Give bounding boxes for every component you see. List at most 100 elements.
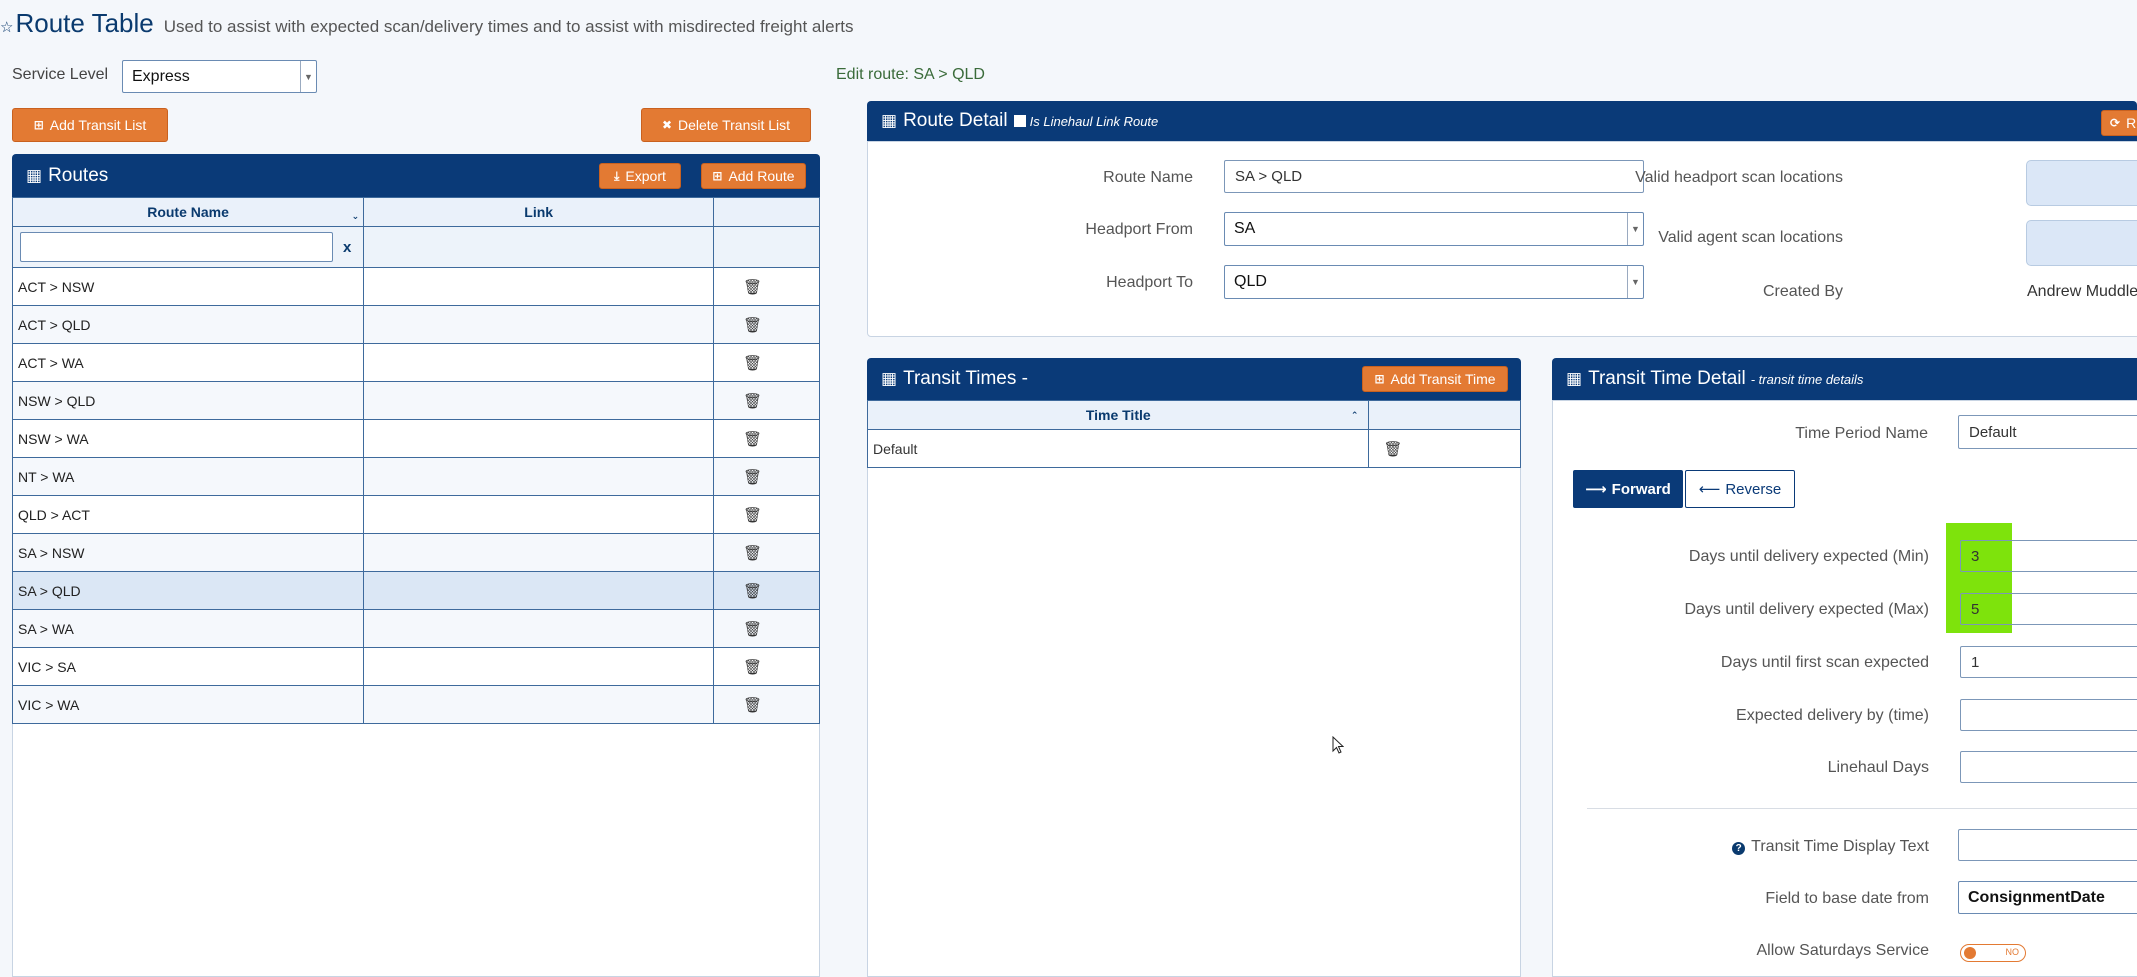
trash-icon[interactable]: 🗑 — [743, 278, 762, 296]
link-cell — [364, 496, 715, 533]
delete-cell: 🗑 — [714, 686, 819, 723]
linehaul-days-input[interactable] — [1960, 751, 2137, 783]
link-cell — [364, 534, 715, 571]
route-detail-header: ▦ Route Detail Is Linehaul Link Route — [867, 101, 2137, 141]
sort-icon: ⌄ — [351, 211, 360, 221]
section-divider — [1587, 808, 2137, 809]
link-cell — [364, 648, 715, 685]
clear-filter-button[interactable]: x — [343, 239, 351, 256]
link-cell — [364, 344, 715, 381]
route-name-cell: ACT > WA — [13, 344, 365, 381]
add-route-button[interactable]: ⊞ Add Route — [701, 163, 806, 189]
page-title: Route Table — [15, 8, 154, 38]
trash-icon[interactable]: 🗑 — [1383, 440, 1402, 458]
display-text-label: ? Transit Time Display Text — [1732, 838, 1929, 856]
expected-delivery-input[interactable] — [1960, 699, 2137, 731]
display-text-label-text: Transit Time Display Text — [1751, 838, 1929, 855]
base-date-label: Field to base date from — [1765, 890, 1929, 907]
delete-cell: 🗑 — [714, 382, 819, 419]
refresh-button[interactable]: ⟳ R — [2101, 110, 2137, 136]
export-button[interactable]: ⤓ Export — [599, 163, 681, 189]
table-row[interactable]: SA > WA 🗑 — [12, 610, 820, 648]
service-level-select[interactable]: Express ▼ — [122, 60, 317, 93]
table-row[interactable]: ACT > NSW 🗑 — [12, 268, 820, 306]
trash-icon[interactable]: 🗑 — [743, 620, 762, 638]
valid-agent-field[interactable] — [2026, 220, 2137, 266]
linehaul-checkbox[interactable] — [1013, 115, 1026, 127]
routes-panel-title: Routes — [48, 164, 109, 186]
table-row[interactable]: SA > NSW 🗑 — [12, 534, 820, 572]
min-days-input[interactable]: 3 — [1960, 540, 2137, 572]
time-period-input[interactable]: Default — [1958, 415, 2137, 449]
linehaul-days-label: Linehaul Days — [1827, 759, 1929, 776]
route-name-input[interactable]: SA > QLD — [1224, 160, 1644, 193]
trash-icon[interactable]: 🗑 — [743, 392, 762, 410]
table-row[interactable]: QLD > ACT 🗑 — [12, 496, 820, 534]
delete-cell: 🗑 — [714, 458, 819, 495]
table-row[interactable]: NT > WA 🗑 — [12, 458, 820, 496]
display-text-input[interactable] — [1958, 829, 2137, 861]
trash-icon[interactable]: 🗑 — [743, 506, 762, 524]
tab-reverse[interactable]: ⟵ Reverse — [1685, 470, 1795, 508]
time-period-label: Time Period Name — [1795, 425, 1928, 442]
table-row[interactable]: VIC > WA 🗑 — [12, 686, 820, 724]
refresh-icon: ⟳ — [2110, 116, 2121, 130]
expected-delivery-label: Expected delivery by (time) — [1736, 707, 1929, 724]
column-route-name-label: Route Name — [147, 204, 229, 220]
star-icon[interactable]: ☆ — [0, 18, 13, 36]
delete-cell: 🗑 — [714, 496, 819, 533]
transit-detail-header: ▦ Transit Time Detail - transit time det… — [1552, 358, 2137, 400]
table-row[interactable]: NSW > QLD 🗑 — [12, 382, 820, 420]
add-transit-time-button[interactable]: ⊞ Add Transit Time — [1362, 366, 1508, 392]
delete-cell: 🗑 — [714, 306, 819, 343]
headport-from-select[interactable]: SA ▼ — [1224, 212, 1644, 246]
delete-cell: 🗑 — [714, 534, 819, 571]
table-row[interactable]: Default 🗑 — [867, 430, 1521, 468]
table-icon: ▦ — [1566, 369, 1583, 388]
add-transit-list-button[interactable]: ⊞ Add Transit List — [12, 108, 168, 142]
min-days-label: Days until delivery expected (Min) — [1688, 548, 1929, 565]
table-row[interactable]: ACT > QLD 🗑 — [12, 306, 820, 344]
first-scan-input[interactable]: 1 — [1960, 646, 2137, 678]
edit-route-label: Edit route: SA > QLD — [836, 66, 985, 83]
valid-headport-field[interactable] — [2026, 160, 2137, 206]
max-days-input[interactable]: 5 — [1960, 593, 2137, 625]
trash-icon[interactable]: 🗑 — [743, 468, 762, 486]
trash-icon[interactable]: 🗑 — [743, 316, 762, 334]
table-row[interactable]: VIC > SA 🗑 — [12, 648, 820, 686]
service-level-label: Service Level — [12, 66, 109, 83]
delete-cell: 🗑 — [714, 648, 819, 685]
trash-icon[interactable]: 🗑 — [743, 544, 762, 562]
help-icon[interactable]: ? — [1732, 842, 1746, 855]
column-link-label: Link — [524, 204, 554, 220]
arrow-right-icon: ⟶ — [1585, 481, 1607, 498]
delete-transit-list-button[interactable]: ✖ Delete Transit List — [641, 108, 811, 142]
routes-grid-body: ACT > NSW 🗑 ACT > QLD 🗑 ACT > WA 🗑 NSW > QLD 🗑 N… — [12, 268, 820, 724]
trash-icon[interactable]: 🗑 — [743, 354, 762, 372]
headport-to-select[interactable]: QLD ▼ — [1224, 265, 1644, 299]
tab-forward[interactable]: ⟶ Forward — [1573, 470, 1683, 508]
trash-icon[interactable]: 🗑 — [743, 582, 762, 600]
add-transit-list-label: Add Transit List — [49, 117, 147, 133]
route-name-cell: NSW > WA — [13, 420, 365, 457]
routes-panel-header: ▦ Routes — [12, 154, 820, 197]
service-level-value: Express — [132, 67, 190, 85]
delete-cell: 🗑 — [714, 420, 819, 457]
column-header-route-name[interactable]: Route Name ⌄ — [13, 198, 365, 226]
column-header-time-title[interactable]: Time Title ⌃ — [868, 401, 1370, 429]
chevron-down-icon: ▼ — [300, 61, 316, 92]
table-row[interactable]: ACT > WA 🗑 — [12, 344, 820, 382]
trash-icon[interactable]: 🗑 — [743, 658, 762, 676]
saturday-toggle[interactable]: NO — [1960, 944, 2026, 962]
trash-icon[interactable]: 🗑 — [743, 430, 762, 448]
base-date-select[interactable]: ConsignmentDate — [1958, 881, 2137, 914]
plus-square-icon: ⊞ — [1374, 372, 1385, 386]
trash-icon[interactable]: 🗑 — [743, 696, 762, 714]
created-by-label: Created By — [1762, 283, 1843, 300]
headport-to-value: QLD — [1234, 273, 1267, 290]
route-name-filter-input[interactable] — [20, 232, 333, 262]
table-row[interactable]: NSW > WA 🗑 — [12, 420, 820, 458]
table-row[interactable]: SA > QLD 🗑 — [12, 572, 820, 610]
route-detail-title: Route Detail — [903, 110, 1008, 131]
column-header-link[interactable]: Link — [364, 198, 715, 226]
